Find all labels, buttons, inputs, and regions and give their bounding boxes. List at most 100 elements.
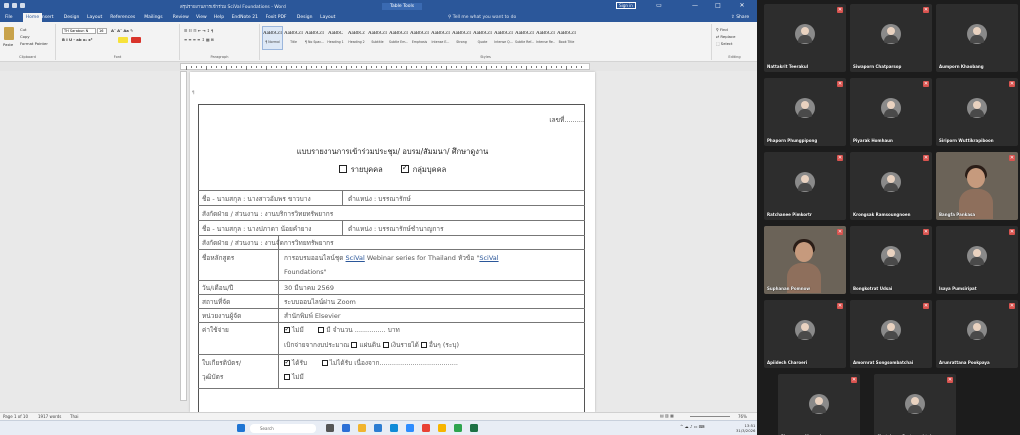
tab-references[interactable]: References (110, 13, 135, 22)
participant-tile[interactable]: ✕ Apiidech Charoeri (764, 300, 846, 368)
participant-tile[interactable]: ✕ Isaya Pumsiripat (936, 226, 1018, 294)
position-1[interactable]: ตำแหน่ง : บรรณารักษ์ (348, 194, 411, 204)
place-value[interactable]: ระบบออนไลน์ผ่าน Zoom (284, 297, 356, 307)
sign-in-button[interactable]: Sign in (616, 2, 636, 9)
checkbox-checked-icon[interactable] (284, 358, 290, 366)
style-5[interactable]: AaBbCcI Subtitle (367, 26, 388, 50)
system-tray-icons[interactable]: ^ ☁ ♪ ▭ ⌨ (680, 424, 705, 429)
checkbox-icon[interactable] (420, 342, 427, 348)
tab-review[interactable]: Review (173, 13, 189, 22)
document-page[interactable]: ¶ เลขที่.......... แบบรายงานการเข้าร่วมป… (190, 72, 595, 414)
participant-tile[interactable]: ✕ Phaporn Phungpipong (764, 78, 846, 146)
horizontal-ruler[interactable] (180, 63, 590, 70)
option-individual[interactable]: รายบุคคล (338, 164, 383, 176)
checkbox-icon[interactable] (321, 360, 328, 366)
style-1[interactable]: AaBbCcI Title (283, 26, 304, 50)
style-4[interactable]: AaBbCc Heading 2 (346, 26, 367, 50)
tab-foxit-pdf[interactable]: Foxit PDF (266, 13, 287, 22)
style-3[interactable]: AaBbC Heading 1 (325, 26, 346, 50)
share-button[interactable]: ⇪ Share (731, 13, 749, 22)
copy-button[interactable]: Copy (20, 34, 30, 39)
taskbar-search[interactable]: Search (250, 424, 316, 433)
participant-tile[interactable]: ✕ Ratchanee Pimkortr (764, 152, 846, 220)
font-color-icon[interactable] (131, 37, 141, 43)
style-12[interactable]: AaBbCcI Subtle Ref... (514, 26, 535, 50)
excel-icon[interactable] (470, 424, 478, 432)
participant-tile[interactable]: ✕Pimonpan Moonchareon (778, 374, 860, 435)
course-value-cont[interactable]: Foundations" (284, 268, 327, 276)
style-7[interactable]: AaBbCcI Emphasis (409, 26, 430, 50)
certificate-options[interactable]: ได้รับ ไม่ได้รับ เนื่องจาก..............… (284, 358, 458, 368)
language[interactable]: Thai (70, 414, 79, 419)
checkbox-checked-icon[interactable] (400, 163, 409, 173)
checkbox-icon[interactable] (318, 327, 325, 333)
style-6[interactable]: AaBbCcI Subtle Em... (388, 26, 409, 50)
style-2[interactable]: AaBbCcI ¶ No Spac... (304, 26, 325, 50)
tab-layout[interactable]: Layout (87, 13, 102, 22)
format-painter-button[interactable]: Format Painter (20, 41, 48, 46)
style-8[interactable]: AaBbCcI Intense E... (430, 26, 451, 50)
tab-view[interactable]: View (196, 13, 207, 22)
checkbox-icon[interactable] (284, 374, 290, 380)
find-button[interactable]: ⚲ Find (716, 27, 728, 32)
style-13[interactable]: AaBbCcI Intense Re... (535, 26, 556, 50)
word-count[interactable]: 1917 words (38, 414, 61, 419)
taskbar-clock[interactable]: 13:51 31/3/2026 (736, 423, 755, 433)
list-icons[interactable]: ☰ ☷ ☶ ⇤ ⇥ ↕ ¶ (184, 28, 213, 33)
participant-tile[interactable]: ✕ Bongkotrat Udsai (850, 226, 932, 294)
minimize-icon[interactable]: — (688, 1, 702, 11)
participant-tile[interactable]: ✕Chatchapa Pratumwhtajorn (874, 374, 956, 435)
cost-options[interactable]: ไม่มี มี จำนวน ............... บาท (284, 325, 400, 335)
participant-tile[interactable]: ✕ Suphanan Pomnow (764, 226, 846, 294)
style-11[interactable]: AaBbCcI Intense Q... (493, 26, 514, 50)
ribbon-display-icon[interactable]: ▭ (652, 1, 666, 11)
checkbox-checked-icon[interactable] (284, 325, 290, 333)
tab-endnote-21[interactable]: EndNote 21 (232, 13, 258, 22)
font-name-select[interactable]: TH Sarabun N (62, 28, 96, 34)
style-10[interactable]: AaBbCcI Quote (472, 26, 493, 50)
widgets-icon[interactable] (342, 424, 350, 432)
highlight-icon[interactable] (118, 37, 128, 43)
style-0[interactable]: AaBbCcI ¶ Normal (262, 26, 283, 50)
course-value[interactable]: การอบรมออนไลน์ชุด SciVal Webinar series … (284, 253, 499, 263)
participant-tile[interactable]: ✕ Piyarak Homhaun (850, 78, 932, 146)
department-1[interactable]: สังกัดฝ่าย / ส่วนงาน : งานบริการวิทยทรัพ… (202, 209, 333, 219)
windows-start-icon[interactable] (237, 424, 245, 432)
date-value[interactable]: 30 มีนาคม 2569 (284, 283, 334, 293)
edge-icon[interactable] (390, 424, 398, 432)
name-2[interactable]: ชื่อ - นามสกุล : นางปภาดา น้อยคำยาง (202, 224, 311, 234)
option-group[interactable]: กลุ่มบุคคล (400, 163, 446, 176)
style-9[interactable]: AaBbCcI Strong (451, 26, 472, 50)
department-2[interactable]: สังกัดฝ่าย / ส่วนงาน : งานจัดการวิทยทรัพ… (202, 238, 334, 248)
participant-tile[interactable]: ✕ Siriporn Wuttikrapiboon (936, 78, 1018, 146)
checkbox-icon[interactable] (382, 342, 389, 348)
page-count[interactable]: Page 1 of 10 (3, 414, 28, 419)
bold-italic-underline-icons[interactable]: B I U ‑ ab x₂ x² (62, 37, 92, 42)
tab-help[interactable]: Help (214, 13, 224, 22)
paste-label[interactable]: Paste (3, 42, 13, 47)
zoom-level[interactable]: 76% (738, 414, 747, 419)
save-icon[interactable] (4, 3, 9, 8)
undo-icon[interactable] (12, 3, 17, 8)
participant-tile[interactable]: ✕ Amornrat Songsombatchai (850, 300, 932, 368)
zoom-slider[interactable] (690, 416, 730, 417)
chrome-icon[interactable] (422, 424, 430, 432)
font-size-select[interactable]: 16 (97, 28, 107, 34)
zoom-app-icon[interactable] (406, 424, 414, 432)
task-view-icon[interactable] (326, 424, 334, 432)
align-icons[interactable]: ≡ ≡ ≡ ≡ ↕ ▦ ⊞ (184, 37, 214, 42)
scival-link[interactable]: SciVal (346, 254, 365, 262)
tab-file[interactable]: File (5, 13, 13, 22)
tell-me-search[interactable]: ⚲ Tell me what you want to do (448, 13, 516, 22)
redo-icon[interactable] (20, 3, 25, 8)
grow-font-icon[interactable]: A˄ A˅ Aa ✎ (111, 28, 133, 33)
tab-home[interactable]: Home (22, 13, 43, 22)
participant-tile[interactable]: Aumporn Khaobang (936, 4, 1018, 72)
file-explorer-icon[interactable] (358, 424, 366, 432)
maximize-icon[interactable]: □ (711, 1, 725, 11)
scival-link[interactable]: SciVal (479, 254, 498, 262)
certificate-none[interactable]: ไม่มี (284, 372, 304, 382)
cost-source[interactable]: เบิกจ่ายจากงบประมาณ แผ่นดิน เงินรายได้ อ… (284, 340, 459, 350)
tab-mailings[interactable]: Mailings (144, 13, 162, 22)
cut-button[interactable]: Cut (20, 27, 27, 32)
